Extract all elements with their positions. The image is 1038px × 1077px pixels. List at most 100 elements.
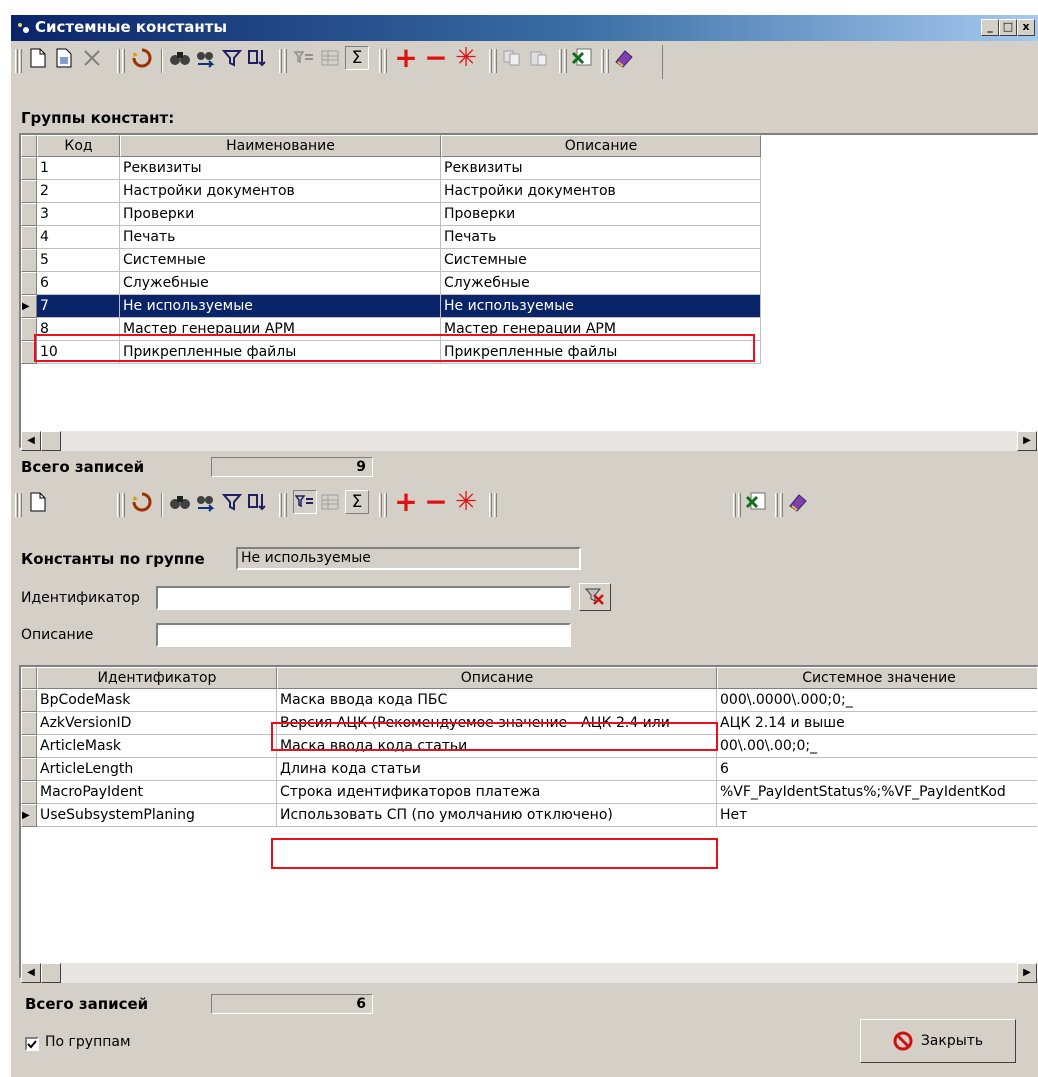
cell-name[interactable]: Настройки документов [120, 180, 441, 203]
scroll-right-button[interactable]: ▶ [1017, 431, 1037, 451]
by-groups-checkbox[interactable] [25, 1037, 39, 1051]
cell-description[interactable]: Не используемые [441, 295, 761, 318]
table-row[interactable]: ArticleLength Длина кода статьи 6 [21, 758, 1037, 781]
filter-icon[interactable] [221, 491, 243, 513]
scroll-thumb[interactable] [41, 963, 61, 983]
cell-identifier[interactable]: UseSubsystemPlaning [37, 804, 277, 827]
sum-icon[interactable]: Σ [345, 490, 369, 514]
minus-icon[interactable]: − [424, 488, 447, 516]
cell-description[interactable]: Настройки документов [441, 180, 761, 203]
cell-name[interactable]: Печать [120, 226, 441, 249]
cell-description[interactable]: Служебные [441, 272, 761, 295]
cell-system-value[interactable]: 6 [717, 758, 1037, 781]
description-filter-input[interactable] [156, 623, 571, 647]
find-icon[interactable] [169, 491, 191, 513]
table-row[interactable]: ▶ UseSubsystemPlaning Использовать СП (по … [21, 804, 1037, 827]
row-indicator[interactable] [21, 203, 37, 226]
cell-description[interactable]: Длина кода статьи [277, 758, 717, 781]
row-indicator[interactable] [21, 180, 37, 203]
row-indicator[interactable] [21, 272, 37, 295]
cell-identifier[interactable]: MacroPayIdent [37, 781, 277, 804]
cell-system-value[interactable]: 00\.00\.00;0;_ [717, 735, 1037, 758]
row-indicator[interactable] [21, 758, 37, 781]
table-row[interactable]: 6 Служебные Служебные [21, 272, 761, 295]
col-header-description[interactable]: Описание [277, 667, 717, 689]
cell-code[interactable]: 6 [37, 272, 120, 295]
row-indicator[interactable]: ▶ [21, 295, 37, 318]
cell-system-value[interactable]: 000\.0000\.000;0;_ [717, 689, 1037, 712]
maximize-button[interactable]: □ [999, 19, 1017, 36]
table-row[interactable]: 4 Печать Печать [21, 226, 761, 249]
scroll-right-button[interactable]: ▶ [1017, 963, 1037, 983]
book-icon[interactable] [787, 491, 809, 513]
asterisk-icon[interactable]: ✳ [455, 489, 477, 515]
title-bar[interactable]: Системные константы _ □ x [11, 15, 1038, 41]
cell-name[interactable]: Реквизиты [120, 157, 441, 180]
cell-description[interactable]: Реквизиты [441, 157, 761, 180]
cell-system-value[interactable]: Нет [717, 804, 1037, 827]
col-header-identifier[interactable]: Идентификатор [37, 667, 277, 689]
table-row[interactable]: 3 Проверки Проверки [21, 203, 761, 226]
row-indicator[interactable]: ▶ [21, 804, 37, 827]
table-row[interactable]: 5 Системные Системные [21, 249, 761, 272]
excel-icon[interactable] [745, 491, 767, 513]
cell-description[interactable]: Проверки [441, 203, 761, 226]
close-button[interactable]: Закрыть [860, 1019, 1016, 1063]
new-doc-icon[interactable] [27, 491, 49, 513]
scroll-thumb[interactable] [41, 431, 61, 451]
filter-toggle-icon[interactable] [293, 490, 317, 514]
cell-name[interactable]: Служебные [120, 272, 441, 295]
groups-hscroll[interactable]: ◀ ▶ [21, 431, 1037, 451]
cell-description[interactable]: Системные [441, 249, 761, 272]
cell-description[interactable]: Строка идентификаторов платежа [277, 781, 717, 804]
group-icon[interactable] [319, 491, 341, 513]
constants-grid[interactable]: Идентификатор Описание Системное значени… [19, 665, 1038, 979]
col-header-name[interactable]: Наименование [120, 135, 441, 157]
row-indicator[interactable] [21, 226, 37, 249]
table-row[interactable]: 1 Реквизиты Реквизиты [21, 157, 761, 180]
cell-code[interactable]: 7 [37, 295, 120, 318]
groups-grid[interactable]: Код Наименование Описание 1 Реквизиты Рекв… [19, 133, 1038, 449]
row-indicator[interactable] [21, 735, 37, 758]
clear-filter-button[interactable] [579, 583, 611, 611]
cell-code[interactable]: 3 [37, 203, 120, 226]
cell-description[interactable]: Маска ввода кода ПБС [277, 689, 717, 712]
row-indicator[interactable] [21, 781, 37, 804]
sort-icon[interactable] [247, 491, 269, 513]
scroll-left-button[interactable]: ◀ [21, 431, 41, 451]
plus-icon[interactable]: + [394, 488, 417, 516]
constants-hscroll[interactable]: ◀ ▶ [21, 963, 1037, 983]
cell-description[interactable]: Использовать СП (по умолчанию отключено) [277, 804, 717, 827]
row-indicator[interactable] [21, 157, 37, 180]
table-row[interactable]: 2 Настройки документов Настройки документо… [21, 180, 761, 203]
cell-name[interactable]: Проверки [120, 203, 441, 226]
cell-system-value[interactable]: %VF_PayIdentStatus%;%VF_PayIdentKod [717, 781, 1037, 804]
cell-code[interactable]: 2 [37, 180, 120, 203]
cell-code[interactable]: 1 [37, 157, 120, 180]
identifier-filter-input[interactable] [156, 586, 571, 610]
cell-identifier[interactable]: BpCodeMask [37, 689, 277, 712]
close-window-button[interactable]: x [1017, 19, 1035, 36]
col-header-description[interactable]: Описание [441, 135, 761, 157]
row-indicator[interactable] [21, 712, 37, 735]
cell-description[interactable]: Печать [441, 226, 761, 249]
cell-identifier[interactable]: ArticleMask [37, 735, 277, 758]
refresh-icon[interactable] [131, 491, 153, 513]
cell-identifier[interactable]: ArticleLength [37, 758, 277, 781]
cell-system-value[interactable]: АЦК 2.14 и выше [717, 712, 1037, 735]
col-header-system-value[interactable]: Системное значение [717, 667, 1037, 689]
cell-code[interactable]: 4 [37, 226, 120, 249]
cell-name[interactable]: Не используемые [120, 295, 441, 318]
cell-name[interactable]: Системные [120, 249, 441, 272]
table-row[interactable]: BpCodeMask Маска ввода кода ПБС 000\.0000\… [21, 689, 1037, 712]
table-row[interactable]: MacroPayIdent Строка идентификаторов плат… [21, 781, 1037, 804]
scroll-left-button[interactable]: ◀ [21, 963, 41, 983]
minimize-button[interactable]: _ [981, 19, 999, 36]
cell-identifier[interactable]: AzkVersionID [37, 712, 277, 735]
table-row[interactable]: ▶ 7 Не используемые Не используемые [21, 295, 761, 318]
col-header-code[interactable]: Код [37, 135, 120, 157]
find-next-icon[interactable] [195, 491, 217, 513]
cell-code[interactable]: 5 [37, 249, 120, 272]
row-indicator[interactable] [21, 249, 37, 272]
row-indicator[interactable] [21, 689, 37, 712]
